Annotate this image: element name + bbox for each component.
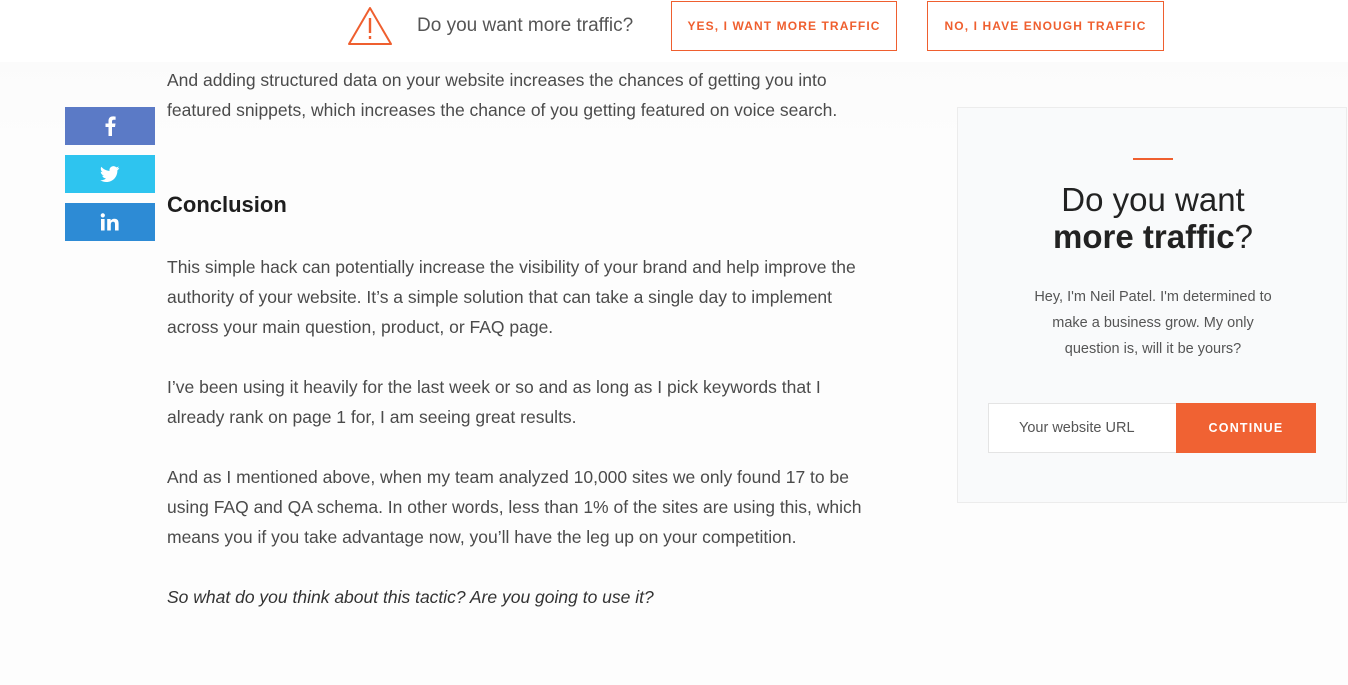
article-paragraph-2: I’ve been using it heavily for the last … — [167, 377, 821, 427]
warning-triangle-icon — [348, 7, 392, 45]
twitter-icon — [100, 166, 120, 182]
card-title-line2: more traffic? — [958, 218, 1348, 255]
no-enough-traffic-button[interactable]: NO, I HAVE ENOUGH TRAFFIC — [927, 1, 1164, 51]
card-title-line1: Do you want — [1061, 181, 1245, 218]
yes-more-traffic-button[interactable]: YES, I WANT MORE TRAFFIC — [671, 1, 897, 51]
facebook-share-button[interactable] — [65, 107, 155, 145]
traffic-optin-card: Do you want more traffic? Hey, I'm Neil … — [957, 107, 1347, 503]
card-title: Do you want more traffic? — [958, 181, 1348, 255]
closing-question: So what do you think about this tactic? … — [167, 587, 654, 607]
article-content: And adding structured data on your websi… — [167, 65, 877, 612]
card-title-bold: more traffic — [1053, 218, 1235, 255]
linkedin-icon — [100, 213, 119, 231]
article-paragraph-1: This simple hack can potentially increas… — [167, 257, 856, 337]
twitter-share-button[interactable] — [65, 155, 155, 193]
intro-paragraph: And adding structured data on your websi… — [167, 70, 838, 120]
website-url-input[interactable] — [988, 403, 1177, 453]
facebook-icon — [105, 116, 116, 136]
traffic-notification-bar: Do you want more traffic? YES, I WANT MO… — [0, 0, 1348, 62]
linkedin-share-button[interactable] — [65, 203, 155, 241]
article-paragraph-3: And as I mentioned above, when my team a… — [167, 467, 862, 547]
continue-button[interactable]: CONTINUE — [1176, 403, 1316, 453]
accent-divider — [1133, 158, 1173, 160]
topbar-question: Do you want more traffic? — [417, 15, 634, 36]
conclusion-heading: Conclusion — [167, 192, 287, 217]
page: Do you want more traffic? YES, I WANT MO… — [0, 0, 1348, 685]
card-description: Hey, I'm Neil Patel. I'm determined to m… — [1034, 289, 1272, 357]
card-title-suffix: ? — [1234, 218, 1253, 255]
